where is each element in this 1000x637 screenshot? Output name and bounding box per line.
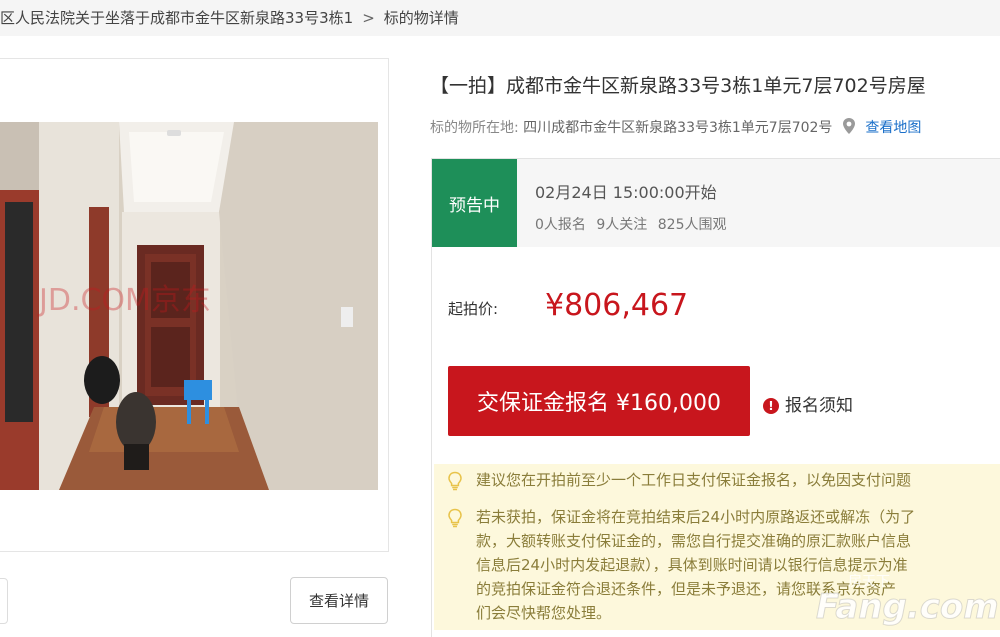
map-pin-icon (842, 118, 855, 134)
lightbulb-icon (448, 471, 462, 491)
viewer-count: 825人围观 (657, 217, 727, 233)
breadcrumb-item-current: 标的物详情 (383, 9, 459, 27)
location-label: 标的物所在地: (430, 120, 519, 136)
photo-watermark: JD.COM京东 (37, 283, 211, 318)
property-photo[interactable]: JD.COM京东 (0, 122, 378, 490)
thumbnail-prev[interactable] (0, 578, 8, 624)
breadcrumb-item-court[interactable]: 区人民法院关于坐落于成都市金牛区新泉路33号3栋1 (0, 9, 353, 27)
page-title: 【一拍】成都市金牛区新泉路33号3栋1单元7层702号房屋 (430, 75, 926, 97)
view-details-button[interactable]: 查看详情 (290, 577, 388, 624)
start-time: 02月24日 15:00:00开始 (535, 183, 717, 202)
registered-count: 0人报名 (535, 217, 586, 233)
follower-count: 9人关注 (596, 217, 648, 233)
fang-watermark: 房天下 Fang.com (816, 574, 1000, 628)
auction-stats: 0人报名 9人关注 825人围观 (535, 214, 732, 234)
hallway-image: JD.COM京东 (0, 122, 378, 490)
registration-notice-label: 报名须知 (785, 396, 853, 416)
location-address: 四川成都市金牛区新泉路33号3栋1单元7层702号 (523, 120, 833, 136)
status-panel: 02月24日 15:00:00开始 0人报名 9人关注 825人围观 (517, 159, 1000, 247)
breadcrumb: 区人民法院关于坐落于成都市金牛区新泉路33号3栋1 > 标的物详情 (0, 7, 459, 28)
lightbulb-icon (448, 508, 462, 528)
status-badge: 预告中 (432, 159, 517, 247)
start-price-value: ¥806,467 (545, 288, 689, 323)
tip-line: 若未获拍，保证金将在竞拍结束后24小时内原路返还或解冻（为了 (476, 508, 916, 526)
breadcrumb-separator: > (362, 9, 375, 27)
tip-line: 款，大额转账支付保证金的，需您自行提交准确的原汇款账户信息 (476, 532, 912, 550)
registration-notice-link[interactable]: ! 报名须知 (763, 391, 853, 416)
breadcrumb-bar: 区人民法院关于坐落于成都市金牛区新泉路33号3栋1 > 标的物详情 (0, 0, 1000, 36)
warning-icon: ! (763, 398, 779, 414)
pay-deposit-button[interactable]: 交保证金报名 ¥160,000 (448, 366, 750, 436)
start-price-label: 起拍价: (448, 300, 499, 318)
tip-text: 建议您在开拍前至少一个工作日支付保证金报名，以免因支付问题 (476, 471, 912, 489)
photo-gallery: JD.COM京东 (0, 58, 389, 552)
location-row: 标的物所在地: 四川成都市金牛区新泉路33号3栋1单元7层702号 查看地图 (430, 117, 921, 137)
watermark-text: Fang.com (816, 587, 999, 627)
view-map-link[interactable]: 查看地图 (865, 120, 921, 136)
